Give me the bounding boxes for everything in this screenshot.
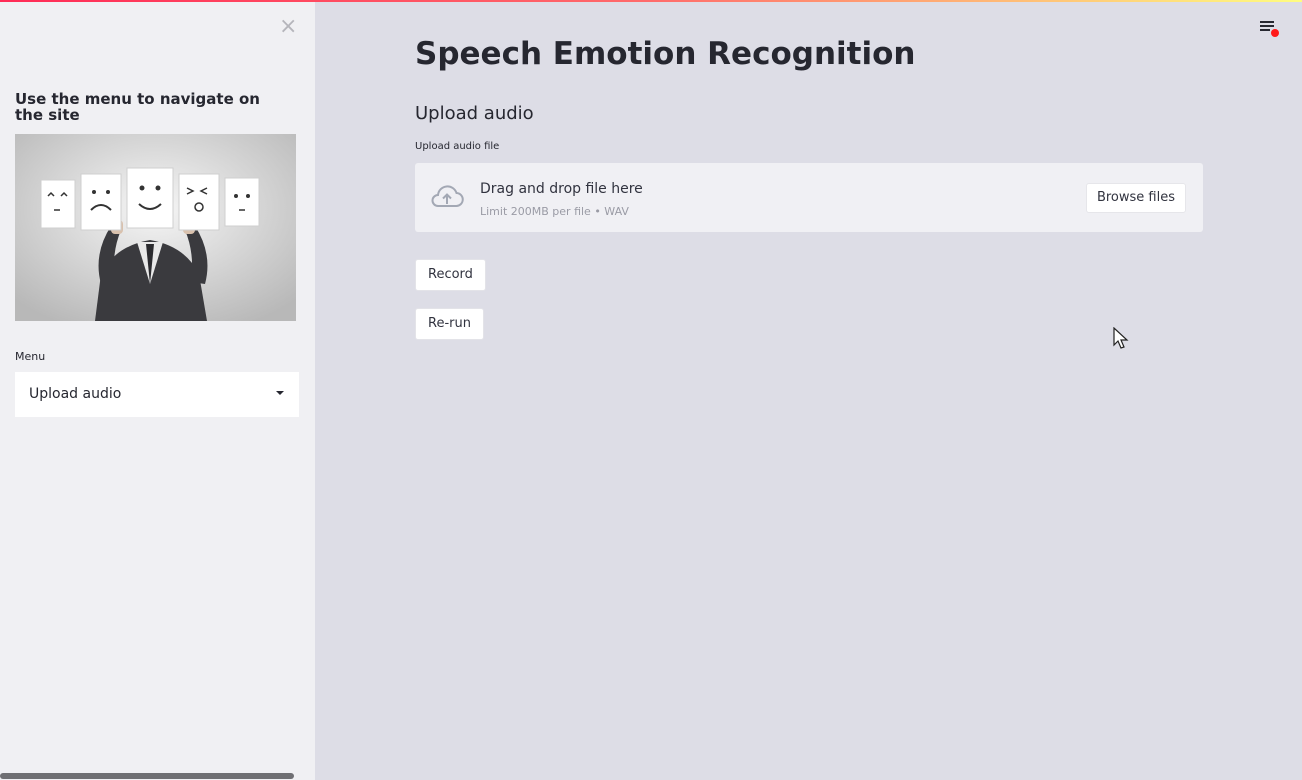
menu-select-value: Upload audio xyxy=(29,386,122,402)
page-title: Speech Emotion Recognition xyxy=(415,36,916,72)
hamburger-icon[interactable] xyxy=(1260,20,1279,37)
sidebar-scrollbar[interactable] xyxy=(0,773,294,779)
dropzone-limit: Limit 200MB per file • WAV xyxy=(480,205,629,218)
menu-label: Menu xyxy=(15,350,46,363)
sidebar-title: Use the menu to navigate on the site xyxy=(15,90,260,124)
chevron-down-icon xyxy=(276,391,284,395)
file-dropzone[interactable]: Drag and drop file here Limit 200MB per … xyxy=(415,163,1203,232)
browse-files-button[interactable]: Browse files xyxy=(1085,183,1186,213)
status-dot xyxy=(1271,29,1279,37)
close-icon[interactable]: × xyxy=(279,16,297,38)
menu-select[interactable]: Upload audio xyxy=(15,372,299,417)
record-button[interactable]: Record xyxy=(415,259,486,291)
uploader-label: Upload audio file xyxy=(415,141,500,152)
mouse-pointer-icon xyxy=(1113,327,1129,349)
sidebar: × Use the menu to navigate on the site M… xyxy=(0,2,315,780)
dropzone-instructions: Drag and drop file here xyxy=(480,181,643,197)
emotion-faces-image xyxy=(15,134,296,321)
main-content: Speech Emotion Recognition Upload audio … xyxy=(315,2,1302,780)
section-title: Upload audio xyxy=(415,103,534,124)
streamlit-app: × Use the menu to navigate on the site M… xyxy=(0,0,1302,780)
cloud-upload-icon xyxy=(431,185,464,208)
rerun-button[interactable]: Re-run xyxy=(415,308,484,340)
